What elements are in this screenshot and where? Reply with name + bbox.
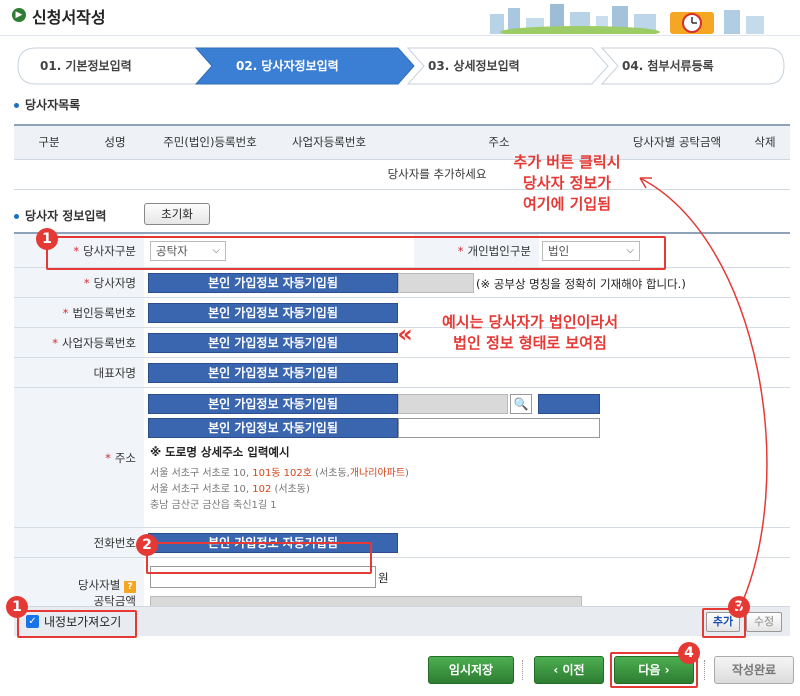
annotation-arrow — [639, 177, 768, 613]
